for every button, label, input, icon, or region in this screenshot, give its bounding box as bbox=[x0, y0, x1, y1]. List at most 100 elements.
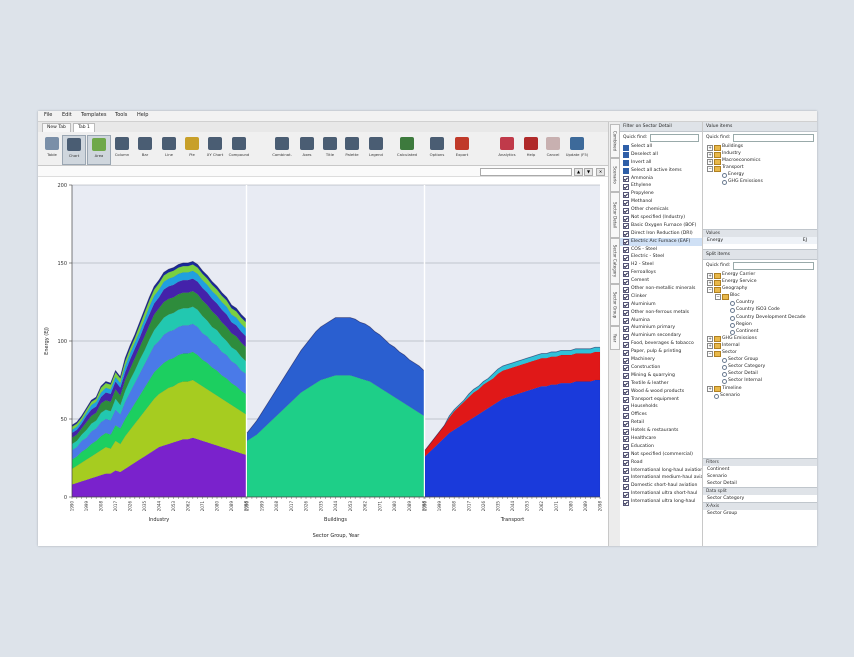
checkbox[interactable] bbox=[623, 389, 629, 396]
toolbar-bar-button[interactable]: Bar bbox=[134, 135, 156, 163]
filter-item-select-all-active-items[interactable]: Select all active items bbox=[620, 167, 702, 175]
checkbox[interactable] bbox=[623, 483, 629, 490]
tree-node-sector[interactable]: − Sector bbox=[703, 349, 817, 357]
checkbox[interactable] bbox=[623, 286, 629, 293]
checkbox[interactable] bbox=[623, 262, 629, 269]
tree-node-buildings[interactable]: + Buildings bbox=[703, 143, 817, 151]
checkbox[interactable] bbox=[623, 444, 629, 451]
menu-help[interactable]: Help bbox=[137, 112, 148, 118]
toolbar-column-button[interactable]: Column bbox=[111, 135, 133, 163]
toolbar-xy-chart-button[interactable]: XY Chart bbox=[204, 135, 226, 163]
filter-item-other-chemicals[interactable]: Other chemicals bbox=[620, 206, 702, 214]
filter-item-not-specified-commercial[interactable]: Not specified (commercial) bbox=[620, 451, 702, 459]
tree-node-country-iso3-code[interactable]: Country ISO3 Code bbox=[703, 306, 817, 314]
filter-item-machinery[interactable]: Machinery bbox=[620, 356, 702, 364]
menu-tools[interactable]: Tools bbox=[115, 112, 127, 118]
filter-item-international-ultra-short-haul[interactable]: International ultra short-haul bbox=[620, 490, 702, 498]
menu-edit[interactable]: Edit bbox=[62, 112, 72, 118]
close-icon[interactable]: ✕ bbox=[596, 168, 605, 176]
checkbox[interactable] bbox=[623, 318, 629, 325]
menu-file[interactable]: File bbox=[44, 112, 52, 118]
toolbar-combinat-button[interactable]: Combinat. bbox=[271, 135, 293, 163]
tree-node-energy-carrier[interactable]: + Energy Carrier bbox=[703, 271, 817, 279]
tree-node-sector-detail[interactable]: Sector Detail bbox=[703, 370, 817, 378]
checkbox[interactable] bbox=[623, 491, 629, 498]
checkbox[interactable] bbox=[623, 160, 629, 167]
filter-item-basic-oxygen-furnace-bof[interactable]: Basic Oxygen Furnace (BOF) bbox=[620, 222, 702, 230]
tree-node-sector-internal[interactable]: Sector Internal bbox=[703, 377, 817, 385]
toolbar-legend-button[interactable]: Legend bbox=[365, 135, 387, 163]
filter-item-hotels-restaurants[interactable]: Hotels & restaurants bbox=[620, 427, 702, 435]
filter-item-cement[interactable]: Cement bbox=[620, 277, 702, 285]
vtab-sector-detail[interactable]: Sector Detail bbox=[610, 192, 620, 238]
filter-item-aluminium[interactable]: Aluminium bbox=[620, 301, 702, 309]
filter-item-paper-pulp-printing[interactable]: Paper, pulp & printing bbox=[620, 348, 702, 356]
toolbar-help-button[interactable]: Help bbox=[520, 135, 542, 163]
checkbox[interactable] bbox=[623, 460, 629, 467]
vtab-sector-group[interactable]: Sector Group bbox=[610, 284, 620, 326]
checkbox[interactable] bbox=[623, 144, 629, 151]
checkbox[interactable] bbox=[623, 452, 629, 459]
filter-item-select-all[interactable]: Select all bbox=[620, 143, 702, 151]
down-arrow-icon[interactable]: ▼ bbox=[584, 168, 593, 176]
checkbox[interactable] bbox=[623, 199, 629, 206]
filter-item-offices[interactable]: Offices bbox=[620, 411, 702, 419]
checkbox[interactable] bbox=[623, 381, 629, 388]
filter-item-wood-wood-products[interactable]: Wood & wood products bbox=[620, 388, 702, 396]
filter-item-alumina[interactable]: Alumina bbox=[620, 317, 702, 325]
filter-item-clinker[interactable]: Clinker bbox=[620, 293, 702, 301]
toolbar-table-button[interactable]: Table bbox=[41, 135, 63, 163]
filter-item-other-non-ferrous-metals[interactable]: Other non-ferrous metals bbox=[620, 309, 702, 317]
checkbox[interactable] bbox=[623, 310, 629, 317]
checkbox[interactable] bbox=[623, 191, 629, 198]
filter-item-invert-all[interactable]: Invert all bbox=[620, 159, 702, 167]
chart-search-input[interactable] bbox=[480, 168, 572, 176]
toolbar-palette-button[interactable]: Palette bbox=[341, 135, 363, 163]
filter-item-food-beverages-tobacco[interactable]: Food, beverages & tobacco bbox=[620, 340, 702, 348]
toolbar-pie-button[interactable]: Pie bbox=[181, 135, 203, 163]
checkbox[interactable] bbox=[623, 412, 629, 419]
vtab-combined[interactable]: Combined bbox=[610, 124, 620, 158]
checkbox[interactable] bbox=[623, 207, 629, 214]
toolbar-options-button[interactable]: Options bbox=[426, 135, 448, 163]
tree-node-region[interactable]: Region bbox=[703, 321, 817, 328]
filter-item-direct-iron-reduction-dri[interactable]: Direct Iron Reduction (DRI) bbox=[620, 230, 702, 238]
filter-item-cos-steel[interactable]: COS - Steel bbox=[620, 246, 702, 254]
filter-item-international-medium-haul-aviation[interactable]: International medium-haul aviation bbox=[620, 474, 702, 482]
toolbar-chart-button[interactable]: Chart bbox=[62, 135, 86, 165]
checkbox[interactable] bbox=[623, 239, 629, 246]
filter-item-transport-equipment[interactable]: Transport equipment bbox=[620, 396, 702, 404]
tree-node-ghg-emissions[interactable]: + GHG Emissions bbox=[703, 335, 817, 343]
checkbox[interactable] bbox=[623, 373, 629, 380]
tree-node-industry[interactable]: + Industry bbox=[703, 150, 817, 158]
checkbox[interactable] bbox=[623, 475, 629, 482]
filter-scenario[interactable]: Scenario bbox=[703, 473, 817, 480]
menu-templates[interactable]: Templates bbox=[81, 112, 106, 118]
checkbox[interactable] bbox=[623, 428, 629, 435]
toolbar-analytics-button[interactable]: Analytics bbox=[496, 135, 518, 163]
tree-node-timeline[interactable]: + Timeline bbox=[703, 385, 817, 392]
filter-item-ammonia[interactable]: Ammonia bbox=[620, 175, 702, 183]
filter-item-other-non-metallic-minerals[interactable]: Other non-metallic minerals bbox=[620, 285, 702, 293]
checkbox[interactable] bbox=[623, 152, 629, 159]
checkbox[interactable] bbox=[623, 333, 629, 340]
toolbar-cancel-button[interactable]: Cancel bbox=[542, 135, 564, 163]
filter-item-households[interactable]: Households bbox=[620, 403, 702, 411]
checkbox[interactable] bbox=[623, 183, 629, 190]
checkbox[interactable] bbox=[623, 294, 629, 301]
checkbox[interactable] bbox=[623, 499, 629, 506]
filter-item-h2-steel[interactable]: H2 - Steel bbox=[620, 261, 702, 269]
filter-item-textile-leather[interactable]: Textile & leather bbox=[620, 380, 702, 388]
tree-node-country-development-decade[interactable]: Country Development Decade bbox=[703, 314, 817, 321]
selected-value[interactable]: Energy EJ bbox=[703, 237, 817, 244]
checkbox[interactable] bbox=[623, 357, 629, 364]
toolbar-calculated-button[interactable]: Calculated bbox=[396, 135, 418, 163]
checkbox[interactable] bbox=[623, 436, 629, 443]
tree-node-macroeconomics[interactable]: + Macroeconomics bbox=[703, 157, 817, 165]
checkbox[interactable] bbox=[623, 365, 629, 372]
filter-item-aluminium-primary[interactable]: Aluminium primary bbox=[620, 324, 702, 332]
checkbox[interactable] bbox=[623, 168, 629, 175]
tree-node-bloc[interactable]: − Bloc bbox=[703, 292, 817, 300]
value-quick-find-input[interactable] bbox=[733, 134, 814, 142]
vtab-scenario[interactable]: Scenario bbox=[610, 158, 620, 192]
